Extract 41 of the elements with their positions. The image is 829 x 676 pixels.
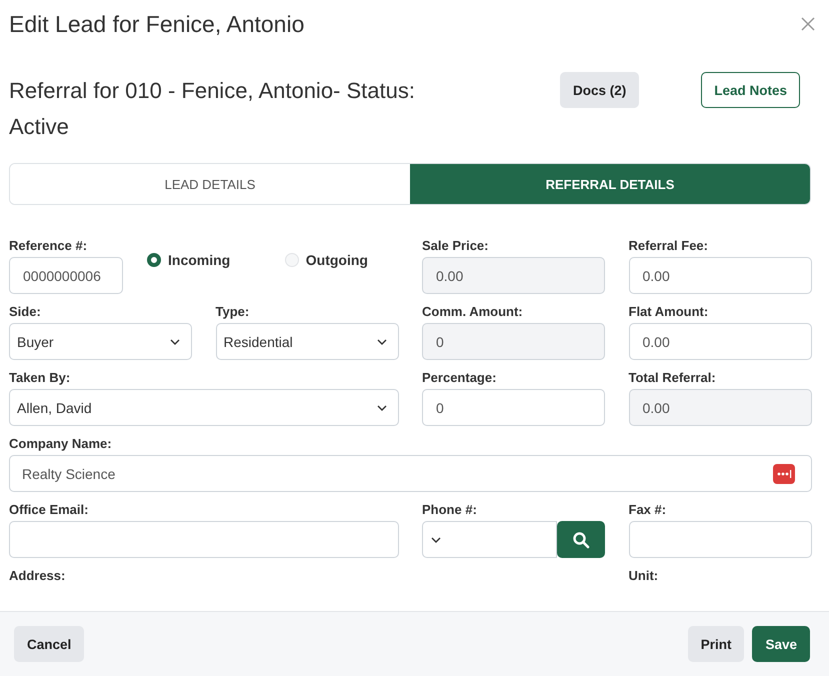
radio-icon[interactable] [147,253,161,267]
radio-option[interactable]: Incoming [147,252,261,268]
docs-button[interactable]: Docs (2) [560,72,640,108]
office-email-field[interactable] [9,521,398,558]
field-label: Referral Fee: [628,238,708,253]
fax-field[interactable] [628,521,812,558]
lead-notes-button[interactable]: Lead Notes [701,72,800,108]
field-label: Unit: [628,568,658,583]
field-label: Side: [9,304,41,319]
tab[interactable]: REFERRAL DETAILS [410,164,810,204]
search-button[interactable] [557,521,605,558]
field-label: Reference #: [9,238,88,253]
field-label: Fax #: [628,502,666,517]
ellipsis-icon[interactable] [772,464,794,484]
field-label: Comm. Amount: [422,304,523,319]
dialog-title: Edit Lead for Fenice, Antonio [9,10,304,38]
print-button[interactable]: Print [688,626,744,662]
field-label: Sale Price: [422,238,488,253]
search-icon [572,530,590,548]
field-label: Address: [9,568,66,583]
field-label: Taken By: [9,370,70,385]
field-label: Phone #: [422,502,477,517]
taken-by-select[interactable]: Allen, David [9,389,398,426]
field-label: Type: [216,304,250,319]
field-label: Office Email: [9,502,88,517]
field-label: Total Referral: [628,370,716,385]
cancel-button[interactable]: Cancel [14,626,84,662]
field-label: Company Name: [9,436,112,451]
reference-field[interactable]: 0000000006 [9,257,123,294]
type-select[interactable]: Residential [216,323,398,360]
referral-fee-field[interactable]: 0.00 [628,257,812,294]
referral-heading: Referral for 010 - Fenice, Antonio- Status: Active [9,77,416,141]
radio-option[interactable]: Outgoing [284,252,398,268]
field-label: Percentage: [422,370,496,385]
company-name-field[interactable]: Realty Science [9,455,812,492]
flat-amount-field[interactable]: 0.00 [628,323,812,360]
side-select[interactable]: Buyer [9,323,192,360]
field-label: Flat Amount: [628,304,708,319]
percentage-field[interactable]: 0 [422,389,605,426]
close-icon[interactable] [801,17,815,31]
save-button[interactable]: Save [752,626,810,662]
